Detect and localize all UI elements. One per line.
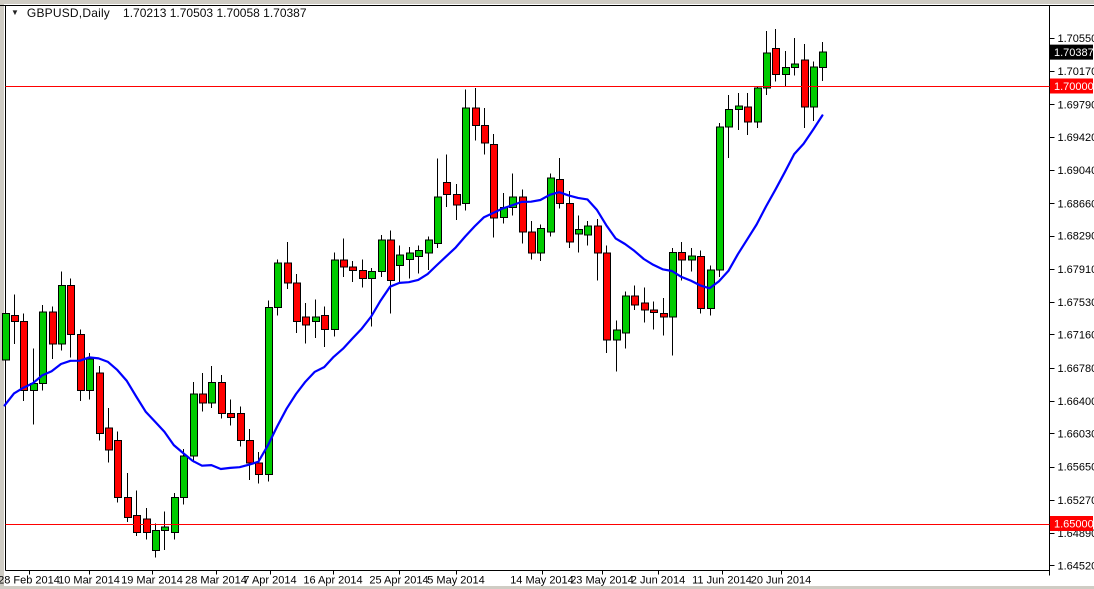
x-axis-label: 19 Mar 2014 xyxy=(121,575,183,587)
candle xyxy=(265,300,273,482)
x-axis-label: 25 Apr 2014 xyxy=(369,575,428,587)
candle xyxy=(707,265,715,316)
y-axis-label: 1.66030 xyxy=(1058,428,1094,440)
window-edge-top xyxy=(0,0,1094,4)
mt4-chart-window: 1.70550 1.70170 1.69790 1.69420 1.69040 1.686… xyxy=(0,0,1094,589)
y-axis-label: 1.68660 xyxy=(1058,198,1094,210)
x-axis-label: 10 Mar 2014 xyxy=(58,575,120,587)
last-price-badge: 1.70387 xyxy=(1050,44,1094,60)
y-axis-label: 1.67910 xyxy=(1058,264,1094,276)
y-axis-label: 1.70170 xyxy=(1058,66,1094,78)
y-axis-label: 1.65270 xyxy=(1058,495,1094,507)
x-axis-label: 5 May 2014 xyxy=(427,575,484,587)
y-axis-label: 1.65650 xyxy=(1058,462,1094,474)
chart-title: ▼ GBPUSD,Daily 1.70213 1.70503 1.70058 1… xyxy=(11,5,307,21)
collapse-triangle-icon[interactable]: ▼ xyxy=(11,9,19,17)
x-axis-label: 2 Jun 2014 xyxy=(631,575,685,587)
price-chart[interactable]: 1.70550 1.70170 1.69790 1.69420 1.69040 1.686… xyxy=(0,0,1094,589)
candle xyxy=(274,259,282,316)
svg-text:1.70000: 1.70000 xyxy=(1054,81,1094,93)
x-axis-label: 23 May 2014 xyxy=(570,575,634,587)
y-axis-label: 1.64520 xyxy=(1058,561,1094,573)
candle xyxy=(716,122,724,277)
svg-text:1.70387: 1.70387 xyxy=(1054,47,1094,59)
y-axis-label: 1.69420 xyxy=(1058,132,1094,144)
y-axis-label: 1.69040 xyxy=(1058,165,1094,177)
x-axis-label: 16 Apr 2014 xyxy=(303,575,362,587)
x-axis-label: 20 Jun 2014 xyxy=(751,575,812,587)
y-axis-label: 1.67160 xyxy=(1058,330,1094,342)
candle xyxy=(96,366,104,441)
candle xyxy=(171,492,179,540)
chart-canvas[interactable]: 1.70550 1.70170 1.69790 1.69420 1.69040 1.686… xyxy=(0,0,1094,589)
y-axis-label: 1.66400 xyxy=(1058,396,1094,408)
y-axis-label: 1.67530 xyxy=(1058,297,1094,309)
candle xyxy=(462,89,470,211)
x-axis-label: 14 May 2014 xyxy=(510,575,574,587)
x-axis-label: 7 Apr 2014 xyxy=(243,575,296,587)
y-axis-label: 1.69790 xyxy=(1058,99,1094,111)
y-axis-label: 1.70550 xyxy=(1058,33,1094,45)
plot-area[interactable] xyxy=(5,5,1050,571)
candle xyxy=(603,245,611,353)
window-edge-left xyxy=(0,0,4,589)
candle xyxy=(754,86,762,128)
candle xyxy=(77,329,85,401)
x-axis-label: 11 Jun 2014 xyxy=(692,575,752,587)
hline-price-badge: 1.65000 xyxy=(1050,516,1094,531)
candle xyxy=(114,431,122,503)
candle xyxy=(547,173,555,237)
x-axis-label: 28 Mar 2014 xyxy=(185,575,247,587)
candle xyxy=(331,252,339,337)
candle xyxy=(378,234,386,277)
candle xyxy=(180,449,188,505)
hline-price-badge: 1.70000 xyxy=(1050,78,1094,94)
svg-text:1.65000: 1.65000 xyxy=(1054,519,1094,531)
y-axis-label: 1.68290 xyxy=(1058,231,1094,243)
symbol-timeframe-label: GBPUSD,Daily xyxy=(26,6,111,20)
y-axis-label: 1.66780 xyxy=(1058,363,1094,375)
ohlc-values-label: 1.70213 1.70503 1.70058 1.70387 xyxy=(123,6,307,20)
candle xyxy=(697,250,705,314)
candle xyxy=(190,381,198,463)
x-axis-label: 28 Feb 2014 xyxy=(0,575,60,587)
